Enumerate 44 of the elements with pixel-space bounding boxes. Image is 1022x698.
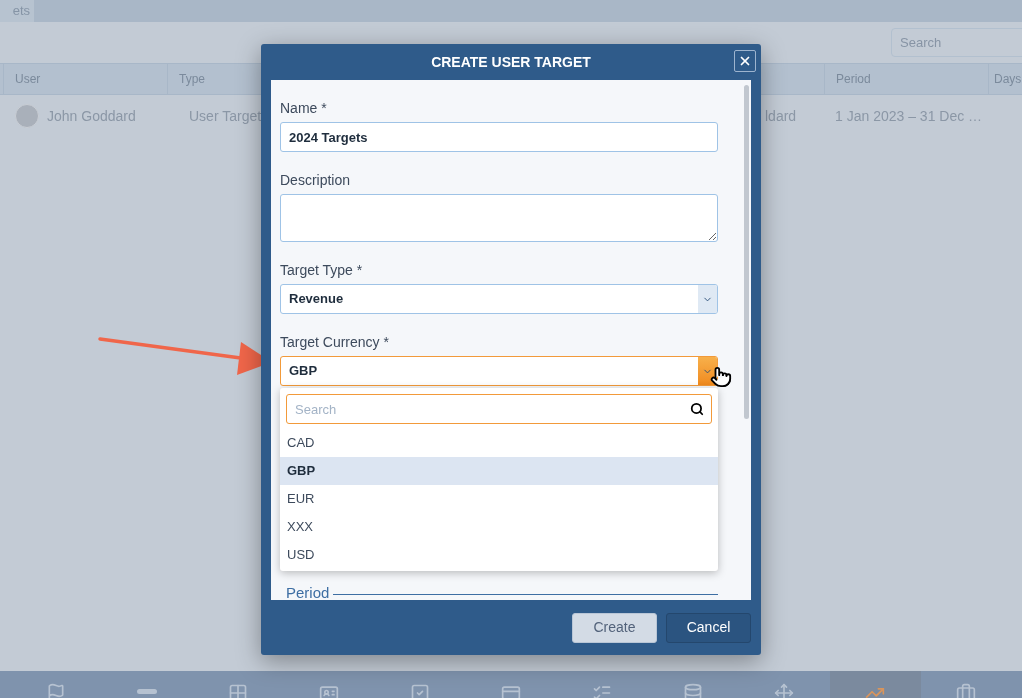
grid-icon xyxy=(227,683,248,698)
id-card-icon xyxy=(318,683,339,698)
scrollbar-thumb[interactable] xyxy=(743,85,749,419)
close-icon xyxy=(738,54,752,68)
table-cell-text: 1 Jan 2023 – 31 Dec … xyxy=(835,106,984,126)
database-icon xyxy=(683,683,704,698)
bar-icon xyxy=(136,689,157,694)
create-button[interactable]: Create xyxy=(572,612,657,643)
section-heading[interactable]: Period xyxy=(286,581,330,600)
dialog-title: CREATE USER TARGET xyxy=(431,52,591,72)
dropdown-search-field[interactable]: Search xyxy=(286,394,712,424)
cancel-button[interactable]: Cancel xyxy=(666,612,751,643)
dropdown-option[interactable]: CAD xyxy=(280,429,718,457)
dropdown-option[interactable]: EUR xyxy=(280,485,718,513)
hand-cursor-icon xyxy=(710,366,732,388)
column-header: Type xyxy=(178,71,206,88)
checklist-icon xyxy=(592,683,613,698)
name-input[interactable]: 2024 Targets xyxy=(280,122,718,152)
table-cell-text: ldard xyxy=(765,106,798,126)
table-cell-text: User Target xyxy=(189,106,262,126)
card-icon xyxy=(501,683,521,698)
checkbox-icon xyxy=(409,683,430,698)
select-field[interactable]: GBP xyxy=(280,356,718,386)
briefcase-icon xyxy=(956,683,977,698)
table-cell-text: John Goddard xyxy=(47,106,137,126)
dropdown-option[interactable]: GBP xyxy=(280,457,718,485)
nav-item[interactable] xyxy=(829,671,921,698)
field-label: Description xyxy=(280,172,352,189)
field-label: Target Currency * xyxy=(280,334,390,351)
column-header: Period xyxy=(824,64,988,94)
search-icon xyxy=(690,402,704,416)
dropdown-option[interactable]: USD xyxy=(280,541,718,569)
search-field[interactable]: Search xyxy=(891,28,1022,57)
avatar xyxy=(15,104,39,128)
dropdown-option[interactable]: XXX xyxy=(280,513,718,541)
column-header: Days xyxy=(988,64,1022,94)
arrows-icon xyxy=(774,683,795,698)
field-label: Name * xyxy=(280,100,328,117)
dropdown-toggle[interactable] xyxy=(698,285,717,313)
close-button[interactable] xyxy=(734,50,756,72)
column-header: User xyxy=(4,64,168,94)
description-input[interactable] xyxy=(280,194,718,242)
field-label: Target Type * xyxy=(280,262,364,279)
select-field[interactable]: Revenue xyxy=(280,284,718,314)
